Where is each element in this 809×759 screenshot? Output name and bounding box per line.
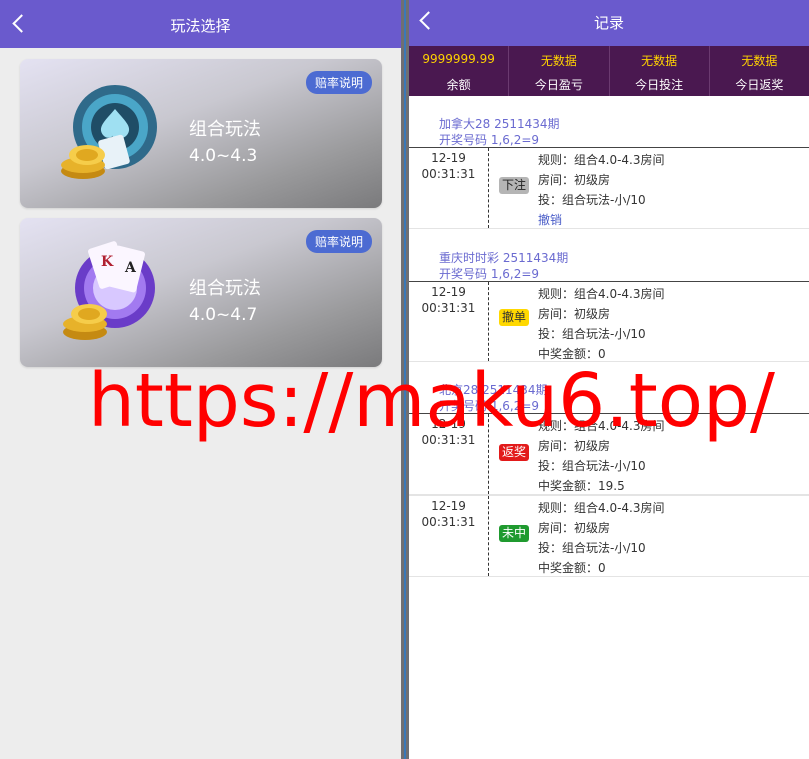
record-details: 规则：组合4.0-4.3房间 房间：初级房 投：组合玩法-小/10 中奖金额：0: [538, 284, 665, 364]
record-bet: 投：组合玩法-小/10: [538, 541, 646, 555]
record-room: 房间：初级房: [538, 307, 611, 321]
record-rule: 规则：组合4.0-4.3房间: [538, 501, 665, 515]
record-date: 12-19: [431, 151, 466, 165]
draw-title: 加拿大28 2511434期: [439, 117, 560, 131]
record-rule: 规则：组合4.0-4.3房间: [538, 153, 665, 167]
record-clock: 00:31:31: [421, 167, 476, 181]
status-badge-cancelled: 撤单: [499, 309, 530, 326]
playing-cards-coins-icon: K A: [63, 241, 155, 340]
game-odds-range: 4.0~4.7: [189, 305, 258, 325]
record-room: 房间：初级房: [538, 173, 611, 187]
record-details: 规则：组合4.0-4.3房间 房间：初级房 投：组合玩法-小/10 撤销: [538, 150, 665, 230]
status-badge-bet: 下注: [499, 177, 530, 194]
record-bet: 投：组合玩法-小/10: [538, 193, 646, 207]
stats-bar: 9999999.99 余额 无数据 今日盈亏 无数据 今日投注 无数据 今日返奖: [409, 46, 809, 96]
draw-title: 重庆时时彩 2511434期: [439, 251, 569, 265]
left-header-title: 玩法选择: [170, 17, 231, 35]
stat-label: 今日返奖: [735, 78, 784, 92]
poker-chip-coins-icon: [61, 85, 157, 179]
status-badge-returned: 返奖: [499, 444, 530, 461]
record-win-amount: 中奖金额：0: [538, 561, 606, 575]
stat-today-return: 无数据 今日返奖: [708, 46, 809, 96]
game-odds-range: 4.0~4.3: [189, 146, 258, 166]
odds-info-button[interactable]: 赔率说明: [305, 230, 372, 253]
stat-balance: 9999999.99 余额: [409, 46, 508, 96]
stat-label: 今日投注: [635, 78, 684, 92]
left-header: 玩法选择: [0, 0, 401, 48]
record-time: 12-19 00:31:31: [409, 284, 488, 316]
stat-today-bet: 无数据 今日投注: [608, 46, 709, 96]
draw-result: 开奖号码 1,6,2=9: [439, 133, 540, 147]
record-row: 12-19 00:31:31 未中 规则：组合4.0-4.3房间 房间：初级房 …: [409, 495, 809, 577]
stat-label: 余额: [446, 78, 471, 92]
record-bet: 投：组合玩法-小/10: [538, 459, 646, 473]
record-row: 12-19 00:31:31 撤单 规则：组合4.0-4.3房间 房间：初级房 …: [409, 281, 809, 362]
dashed-separator: [488, 282, 489, 361]
svg-text:A: A: [124, 260, 137, 276]
record-clock: 00:31:31: [421, 515, 476, 529]
record-date: 12-19: [431, 499, 466, 513]
game-card-combo-1[interactable]: 赔率说明 组合玩法 4.0~4.3: [20, 59, 382, 208]
right-header: 记录: [409, 0, 809, 46]
stat-value: 无数据: [540, 54, 577, 68]
stat-value: 无数据: [641, 54, 678, 68]
stat-value: 9999999.99: [422, 52, 495, 66]
record-date: 12-19: [431, 285, 466, 299]
record-time: 12-19 00:31:31: [409, 498, 488, 530]
draw-result: 开奖号码 1,6,2=9: [439, 267, 540, 281]
game-card-combo-2[interactable]: K A 赔率说明 组合玩法 4.0~4.7: [20, 218, 382, 367]
record-rule: 规则：组合4.0-4.3房间: [538, 287, 665, 301]
draw-group-header: 加拿大28 2511434期 开奖号码 1,6,2=9: [439, 116, 560, 148]
right-header-title: 记录: [593, 14, 624, 32]
stat-label: 今日盈亏: [534, 78, 583, 92]
record-details: 规则：组合4.0-4.3房间 房间：初级房 投：组合玩法-小/10 中奖金额：0: [538, 498, 665, 578]
record-win-amount: 中奖金额：19.5: [538, 479, 625, 493]
game-name: 组合玩法: [189, 278, 261, 299]
dashed-separator: [488, 148, 489, 228]
draw-group-header: 重庆时时彩 2511434期 开奖号码 1,6,2=9: [439, 250, 568, 282]
stat-today-profit: 无数据 今日盈亏: [508, 46, 608, 96]
record-room: 房间：初级房: [538, 521, 611, 535]
dashed-separator: [488, 496, 489, 576]
record-clock: 00:31:31: [421, 301, 476, 315]
svg-text:K: K: [101, 254, 114, 270]
record-time: 12-19 00:31:31: [409, 150, 488, 182]
cancel-bet-link[interactable]: 撤销: [538, 210, 665, 230]
status-badge-missed: 未中: [499, 525, 530, 542]
record-row: 12-19 00:31:31 下注 规则：组合4.0-4.3房间 房间：初级房 …: [409, 147, 809, 229]
record-bet: 投：组合玩法-小/10: [538, 327, 646, 341]
url-watermark: https://maku6.top/: [88, 358, 775, 444]
stat-value: 无数据: [741, 54, 778, 68]
odds-info-button[interactable]: 赔率说明: [305, 71, 372, 94]
game-name: 组合玩法: [189, 119, 261, 140]
